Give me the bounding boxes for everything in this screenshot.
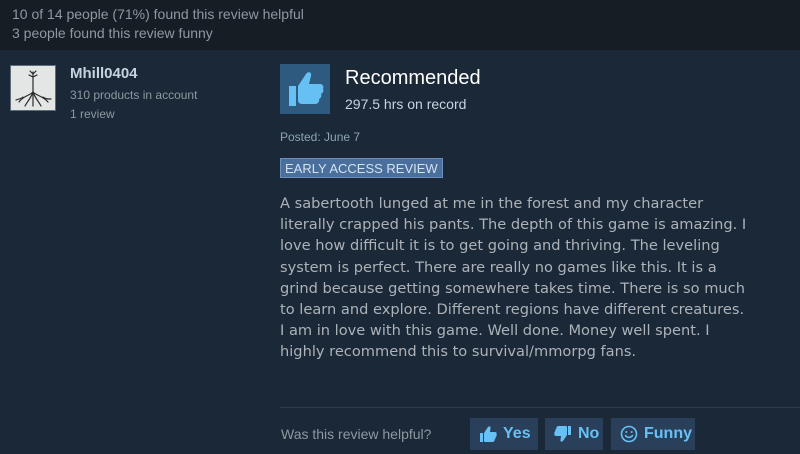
thumbs-down-icon — [553, 424, 573, 444]
funny-summary: 3 people found this review funny — [12, 25, 213, 41]
thumbs-up-icon — [280, 64, 330, 114]
review-stats-bar: 10 of 14 people (71%) found this review … — [0, 0, 800, 50]
author-username[interactable]: Mhill0404 — [70, 65, 138, 82]
review-line: system is perfect. There are really no g… — [280, 258, 717, 276]
vote-no-button[interactable]: No — [545, 418, 603, 450]
smiley-icon — [619, 424, 639, 444]
review-line: love how difficult it is to get going an… — [280, 237, 720, 255]
helpful-question: Was this review helpful? — [281, 426, 432, 442]
posted-date: Posted: June 7 — [280, 130, 361, 144]
vote-yes-button[interactable]: Yes — [470, 418, 538, 450]
author-products-count[interactable]: 310 products in account — [70, 88, 197, 102]
review-line: I am in love with this game. Well done. … — [280, 322, 710, 340]
vote-yes-label: Yes — [503, 425, 531, 442]
vote-funny-label: Funny — [644, 425, 692, 442]
review-body: A sabertooth lunged at me in the forest … — [280, 193, 795, 363]
review-line: literally crapped his pants. The depth o… — [280, 216, 747, 234]
helpful-summary: 10 of 14 people (71%) found this review … — [12, 6, 304, 22]
vote-funny-button[interactable]: Funny — [611, 418, 695, 450]
hours-on-record: 297.5 hrs on record — [345, 96, 467, 112]
recommended-thumb — [280, 64, 330, 114]
review-line: to learn and explore. Different regions … — [280, 300, 745, 318]
review-line: grind because getting somewhere takes ti… — [280, 279, 745, 297]
tree-roots-icon — [11, 66, 55, 110]
review-line: A sabertooth lunged at me in the forest … — [280, 195, 704, 212]
divider — [280, 407, 800, 408]
avatar[interactable] — [10, 65, 56, 111]
review-line: highly recommend this to survival/mmorpg… — [280, 343, 637, 361]
thumbs-up-icon — [478, 424, 498, 444]
vote-no-label: No — [578, 425, 600, 442]
author-review-count[interactable]: 1 review — [70, 107, 115, 121]
early-access-badge: EARLY ACCESS REVIEW — [280, 158, 443, 178]
review-verdict[interactable]: Recommended — [345, 67, 481, 90]
